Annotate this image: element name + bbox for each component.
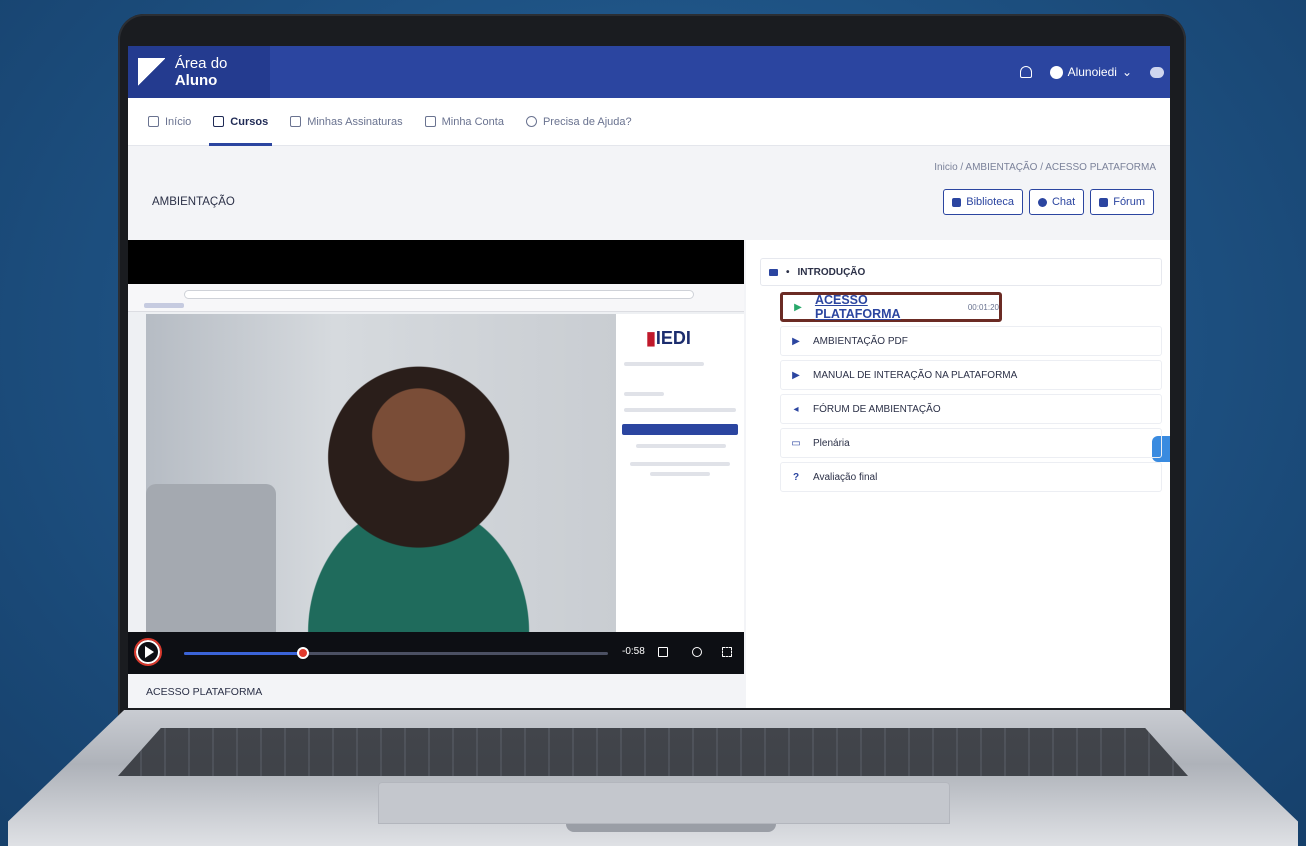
laptop-screen: Área do Aluno Alunoiedi ⌄ Início Cursos … <box>128 46 1170 708</box>
top-bar: Área do Aluno Alunoiedi ⌄ <box>128 46 1170 98</box>
lesson-list: ▶ ACESSO PLATAFORMA 00:01:20 ▶ AMBIENTAÇ… <box>780 292 1162 496</box>
video-player[interactable]: ▮IEDI -0:58 <box>128 240 744 674</box>
chevron-down-icon: ⌄ <box>1121 65 1132 79</box>
lesson-item[interactable]: ? Avaliação final <box>780 462 1162 492</box>
library-button-label: Biblioteca <box>966 196 1014 208</box>
laptop-notch <box>566 824 776 832</box>
fullscreen-icon[interactable] <box>722 647 732 657</box>
photo-laptop <box>146 484 276 634</box>
brand-title: Área do Aluno <box>175 55 270 89</box>
embedded-tab <box>144 303 184 308</box>
login-button <box>622 424 738 435</box>
laptop-keyboard <box>118 728 1188 776</box>
nav-label: Precisa de Ajuda? <box>542 115 632 128</box>
nav-item-minha-conta[interactable]: Minha Conta <box>424 98 504 146</box>
volume-icon[interactable] <box>692 647 702 657</box>
home-icon <box>148 116 159 127</box>
help-circle-icon <box>525 116 537 127</box>
login-text-line <box>650 472 710 476</box>
nav-label: Início <box>165 115 192 128</box>
embedded-browser-bar <box>128 284 744 312</box>
page-title: AMBIENTAÇÃO <box>152 196 235 208</box>
chat-bubble-icon[interactable] <box>1150 66 1164 78</box>
laptop-trackpad <box>378 782 950 824</box>
user-icon <box>424 116 436 127</box>
lesson-title: Avaliação final <box>813 471 878 483</box>
chat-icon <box>1037 197 1047 207</box>
progress-bar[interactable] <box>184 647 608 659</box>
video-caption: ACESSO PLATAFORMA <box>146 686 263 698</box>
lesson-title: AMBIENTAÇÃO PDF <box>813 335 908 347</box>
lesson-title: ACESSO PLATAFORMA <box>814 293 901 321</box>
login-text-line <box>630 462 730 466</box>
nav-item-cursos[interactable]: Cursos <box>209 98 273 146</box>
lesson-title: MANUAL DE INTERAÇÃO NA PLATAFORMA <box>813 369 1018 381</box>
question-icon: ? <box>792 471 800 483</box>
lesson-item[interactable]: ◂ FÓRUM DE AMBIENTAÇÃO <box>780 394 1162 424</box>
bell-icon[interactable] <box>1019 66 1032 78</box>
login-text-line <box>636 444 726 448</box>
play-icon[interactable] <box>134 638 162 666</box>
main-nav: Início Cursos Minhas Assinaturas Minha C… <box>128 98 1170 146</box>
megaphone-icon <box>1099 197 1109 207</box>
section-title: INTRODUÇÃO <box>797 266 866 278</box>
brand-title-bold: Aluno <box>174 72 218 89</box>
book-icon <box>213 116 225 127</box>
login-text-line <box>624 408 736 412</box>
picture-in-picture-icon[interactable] <box>658 647 668 657</box>
progress-thumb[interactable] <box>296 647 309 659</box>
login-text-line <box>624 392 664 396</box>
video-frame: ▮IEDI <box>128 284 744 634</box>
lesson-item[interactable]: ▶ AMBIENTAÇÃO PDF <box>780 326 1162 356</box>
nav-item-assinaturas[interactable]: Minhas Assinaturas <box>290 98 403 146</box>
video-controls: -0:58 <box>128 632 744 674</box>
embedded-url-bar <box>184 290 694 299</box>
bullet-icon: • <box>786 266 790 278</box>
megaphone-icon: ◂ <box>793 403 799 415</box>
lesson-item[interactable]: ▶ ACESSO PLATAFORMA 00:01:20 <box>780 292 1002 322</box>
monitor-icon: ▭ <box>791 437 801 449</box>
folder-icon <box>769 268 778 276</box>
user-name: Alunoiedi <box>1067 65 1117 79</box>
lesson-item[interactable]: ▭ Plenária <box>780 428 1162 458</box>
nav-label: Minhas Assinaturas <box>307 115 403 128</box>
play-icon: ▶ <box>792 369 800 381</box>
user-menu[interactable]: Alunoiedi ⌄ <box>1049 65 1132 79</box>
user-avatar-icon <box>1049 65 1063 79</box>
lessons-panel: • INTRODUÇÃO ▶ ACESSO PLATAFORMA 00:01:2… <box>746 240 1170 708</box>
brand[interactable]: Área do Aluno <box>128 46 270 98</box>
remaining-time: -0:58 <box>622 646 645 657</box>
lesson-duration: 00:01:20 <box>967 302 999 312</box>
book-icon <box>952 197 962 207</box>
brand-title-pre: Área do <box>174 55 228 72</box>
video-photo <box>146 314 616 634</box>
top-right-tools: Alunoiedi ⌄ <box>1019 46 1164 98</box>
iedi-logo-text: IEDI <box>655 328 691 348</box>
brand-logo-icon <box>138 58 165 86</box>
progress-fill <box>184 652 303 655</box>
play-icon: ▶ <box>792 335 800 347</box>
section-introducao[interactable]: • INTRODUÇÃO <box>760 258 1162 286</box>
embedded-login-panel: ▮IEDI <box>616 314 744 632</box>
chat-button-label: Chat <box>1051 196 1076 208</box>
lesson-item[interactable]: ▶ MANUAL DE INTERAÇÃO NA PLATAFORMA <box>780 360 1162 390</box>
forum-button-label: Fórum <box>1113 196 1145 208</box>
cart-icon <box>290 116 302 127</box>
lesson-title: Plenária <box>813 437 850 449</box>
library-button[interactable]: Biblioteca <box>943 189 1023 215</box>
course-actions: Biblioteca Chat Fórum <box>943 189 1154 215</box>
nav-item-inicio[interactable]: Início <box>148 98 191 146</box>
nav-label: Cursos <box>230 115 269 128</box>
nav-label: Minha Conta <box>441 115 504 128</box>
login-text-line <box>624 362 704 366</box>
forum-button[interactable]: Fórum <box>1090 189 1154 215</box>
nav-item-ajuda[interactable]: Precisa de Ajuda? <box>525 98 632 146</box>
iedi-logo: ▮IEDI <box>646 328 691 348</box>
lesson-title: FÓRUM DE AMBIENTAÇÃO <box>813 403 941 415</box>
play-icon: ▶ <box>794 301 802 313</box>
breadcrumb[interactable]: Inicio / AMBIENTAÇÃO / ACESSO PLATAFORMA <box>934 162 1156 173</box>
chat-button[interactable]: Chat <box>1028 189 1085 215</box>
